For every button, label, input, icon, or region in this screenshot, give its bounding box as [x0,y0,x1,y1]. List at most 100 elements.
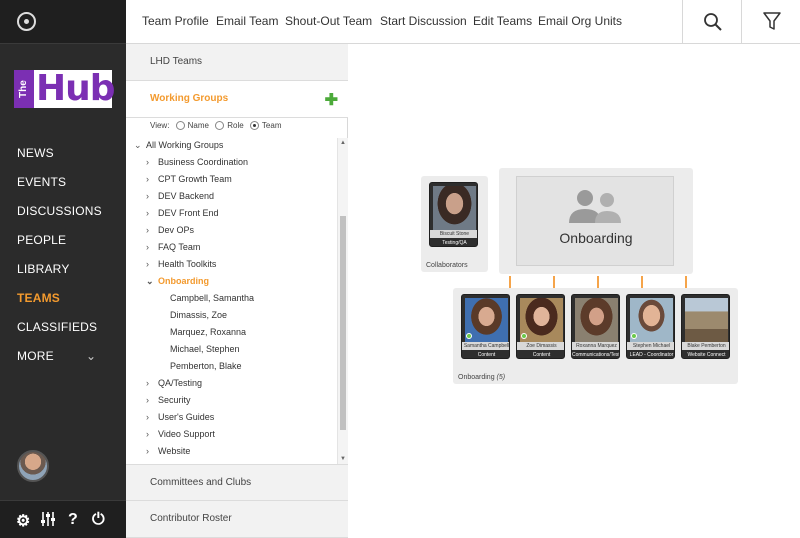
members-caption: Onboarding (5) [458,374,505,381]
tree-item-label: User's Guides [158,412,215,422]
scroll-up-icon[interactable]: ▲ [340,140,346,146]
chevron-down-icon[interactable]: ⌄ [146,276,158,287]
sidebar-item-teams[interactable]: TEAMS [17,291,60,305]
chevron-right-icon[interactable]: › [146,208,158,218]
scroll-thumb[interactable] [340,216,346,430]
tree-item[interactable]: › QA/Testing [146,378,202,388]
tree-item[interactable]: › CPT Growth Team [146,174,232,184]
tree-item-label: Business Coordination [158,157,249,167]
tree-item[interactable]: › DEV Backend [146,191,214,201]
collaborator-card[interactable]: Biscuit Stone Testing/QA [429,182,478,247]
sidebar-item-events[interactable]: EVENTS [17,175,66,189]
gear-icon[interactable]: ⚙ [16,511,30,531]
view-name-radio[interactable] [175,121,185,131]
sidebar-item-people[interactable]: PEOPLE [17,233,66,247]
chevron-right-icon[interactable]: › [146,174,158,184]
card-name: Biscuit Stone [430,230,477,238]
working-groups-tree: ⌄ All Working Groups › Business Coordinati… [126,138,337,464]
tree-scrollbar[interactable]: ▲ ▼ [337,138,348,464]
section-working-groups[interactable]: Working Groups ✚ [126,81,348,118]
tree-item[interactable]: › Security [146,395,191,405]
user-avatar[interactable] [17,450,49,482]
section-committees-label: Committees and Clubs [150,477,252,488]
member-card[interactable]: Blake Pemberton Website Connect [681,294,730,359]
tree-item-label: DEV Front End [158,208,219,218]
member-card[interactable]: Stephen Michael LEAD - Coordinator [626,294,675,359]
tree-root[interactable]: ⌄ All Working Groups [134,140,223,151]
tree-item-label: Security [158,395,191,405]
section-committees-clubs[interactable]: Committees and Clubs [126,464,348,501]
view-role-label: Role [227,121,244,130]
tree-member[interactable]: Michael, Stephen [170,344,240,354]
filter-button[interactable] [741,0,800,44]
chevron-right-icon[interactable]: › [146,446,158,456]
chevron-right-icon[interactable]: › [146,225,158,235]
view-role-radio[interactable] [215,121,225,131]
scroll-down-icon[interactable]: ▼ [340,456,346,462]
search-icon [704,13,722,31]
tree-item-label: Video Support [158,429,215,439]
sidebar-item-news[interactable]: NEWS [17,146,54,160]
section-contributor-roster[interactable]: Contributor Roster [126,501,348,538]
tree-item[interactable]: › DEV Front End [146,208,219,218]
tree-item-onboarding[interactable]: ⌄ Onboarding [146,276,209,287]
section-lhd-teams[interactable]: LHD Teams [126,44,348,81]
member-photo [685,298,728,342]
tree-member[interactable]: Campbell, Samantha [170,293,254,303]
tree-item[interactable]: › Business Coordination [146,157,248,167]
tree-item[interactable]: › Website [146,446,190,456]
tree-item[interactable]: › User's Guides [146,412,214,422]
sliders-icon[interactable] [40,511,56,532]
member-card[interactable]: Zoe Dimassis Content [516,294,565,359]
team-title: Onboarding [559,230,633,246]
email-team-link[interactable]: Email Team [216,14,278,28]
tree-member[interactable]: Pemberton, Blake [170,361,242,371]
chevron-down-icon[interactable]: ⌄ [134,140,146,151]
member-card[interactable]: Samantha Campbell Content [461,294,510,359]
chevron-right-icon[interactable]: › [146,395,158,405]
sidebar-header [0,0,126,44]
tree-member[interactable]: Marquez, Roxanna [170,327,246,337]
chevron-right-icon[interactable]: › [146,412,158,422]
email-org-units-link[interactable]: Email Org Units [538,14,622,28]
tree-item[interactable]: › Dev OPs [146,225,194,235]
tree-member[interactable]: Dimassis, Zoe [170,310,227,320]
chevron-right-icon[interactable]: › [146,259,158,269]
member-card[interactable]: Roxanna Marquez Communications/Testi... [571,294,620,359]
help-icon[interactable]: ? [68,511,78,529]
tree-item[interactable]: › FAQ Team [146,242,200,252]
view-team-radio[interactable] [249,121,259,131]
chevron-right-icon[interactable]: › [146,429,158,439]
the-hub-logo[interactable]: The Hub [14,68,116,109]
chevron-right-icon[interactable]: › [146,242,158,252]
edit-teams-link[interactable]: Edit Teams [473,14,532,28]
start-discussion-link[interactable]: Start Discussion [380,14,467,28]
filter-icon [763,12,781,30]
org-chart-canvas: Biscuit Stone Testing/QA Collaborators O… [349,44,800,538]
card-role: Testing/QA [442,240,467,246]
member-photo [575,298,618,342]
tree-item[interactable]: › Health Toolkits [146,259,216,269]
shout-out-team-link[interactable]: Shout-Out Team [285,14,372,28]
team-profile-link[interactable]: Team Profile [142,14,209,28]
sidebar-item-classifieds[interactable]: CLASSIFIEDS [17,320,97,334]
team-card[interactable]: Onboarding [516,176,674,266]
teams-panel: LHD Teams Working Groups ✚ View: Name Ro… [126,44,348,538]
status-online-icon [631,333,637,339]
search-button[interactable] [682,0,741,44]
chevron-right-icon[interactable]: › [146,378,158,388]
tree-item-label: QA/Testing [158,378,203,388]
sidebar-item-library[interactable]: LIBRARY [17,262,70,276]
power-icon[interactable]: ⏻ [92,511,105,529]
card-name: Samantha Campbell [462,342,510,350]
chevron-right-icon[interactable]: › [146,191,158,201]
status-online-icon [521,333,527,339]
sidebar-item-discussions[interactable]: DISCUSSIONS [17,204,102,218]
add-icon[interactable]: ✚ [325,90,338,110]
app-menu-icon[interactable] [17,12,36,31]
chevron-down-icon[interactable]: ⌄ [86,349,96,363]
tree-item-label: Website [158,446,191,456]
sidebar-item-more[interactable]: MORE [17,349,54,363]
chevron-right-icon[interactable]: › [146,157,158,167]
tree-item[interactable]: › Video Support [146,429,215,439]
